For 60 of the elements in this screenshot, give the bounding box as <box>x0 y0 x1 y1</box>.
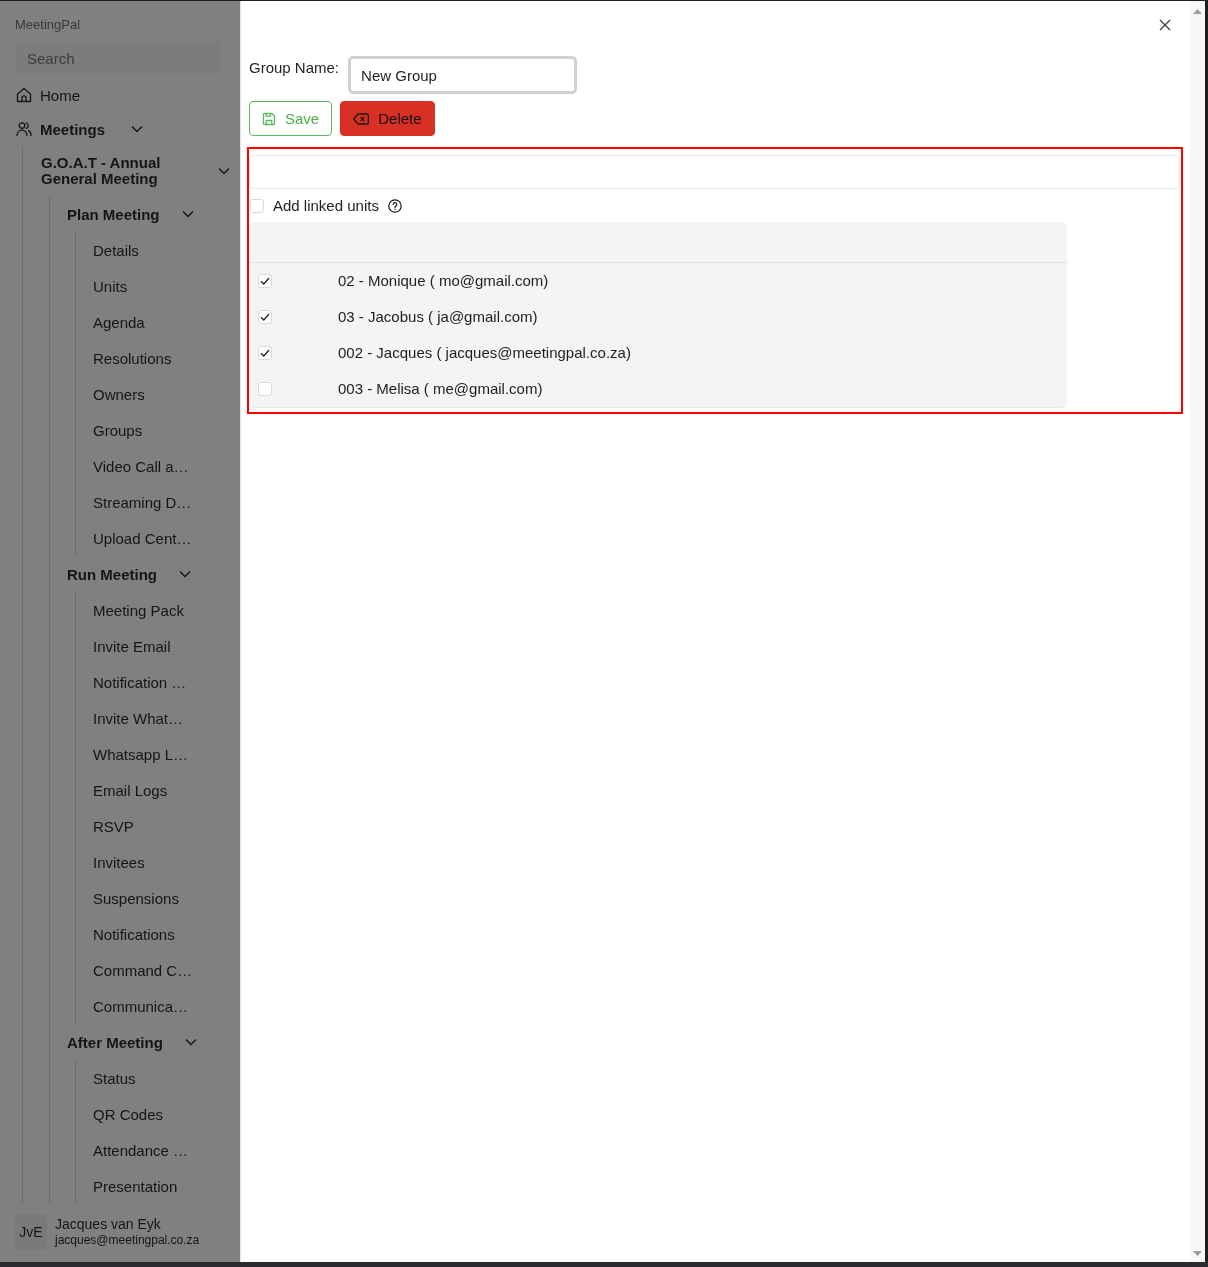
sidebar-item[interactable]: Meetings <box>0 112 240 146</box>
sidebar-item[interactable]: Resolutions <box>93 340 240 376</box>
field-label: Group Name: <box>249 58 340 78</box>
close-icon <box>1159 19 1171 31</box>
checkbox[interactable] <box>258 382 272 396</box>
sidebar-item[interactable]: Groups <box>93 412 240 448</box>
app-name: MeetingPal <box>14 16 82 34</box>
sidebar-item[interactable]: Details <box>93 232 240 268</box>
checkbox[interactable] <box>258 274 272 288</box>
sidebar-item[interactable]: G.O.A.T - Annual General Meeting <box>41 146 240 196</box>
sidebar-item[interactable]: Invite What… <box>93 700 240 736</box>
sidebar-item[interactable]: Presentation <box>93 1168 240 1204</box>
sidebar-item[interactable]: Plan Meeting <box>67 196 240 232</box>
sidebar-item[interactable]: Command C… <box>93 952 240 988</box>
checkmark-icon <box>260 277 270 285</box>
sidebar-item[interactable]: Owners <box>93 376 240 412</box>
save-button[interactable]: Save <box>249 101 333 136</box>
sidebar-item[interactable]: Video Call a… <box>93 448 240 484</box>
table-cell: 002 - Jacques ( jacques@meetingpal.co.za) <box>338 343 631 363</box>
save-icon <box>262 111 276 126</box>
backspace-icon <box>353 112 370 125</box>
sidebar-item[interactable]: Attendance … <box>93 1132 240 1168</box>
sidebar-item[interactable]: After Meeting <box>67 1024 240 1060</box>
checkbox[interactable] <box>258 346 272 360</box>
close-button[interactable] <box>1159 19 1171 31</box>
checkmark-icon <box>260 313 270 321</box>
sidebar-item[interactable]: Whatsapp L… <box>93 736 240 772</box>
sidebar-item[interactable]: QR Codes <box>93 1096 240 1132</box>
checkmark-icon <box>260 349 270 357</box>
sidebar-item[interactable]: Suspensions <box>93 880 240 916</box>
people-icon <box>16 121 32 137</box>
sidebar-item[interactable]: Status <box>93 1060 240 1096</box>
search-field[interactable]: Search <box>15 42 220 74</box>
sidebar-item[interactable]: Units <box>93 268 240 304</box>
sidebar-item[interactable]: Notifications <box>93 916 240 952</box>
checkbox[interactable] <box>258 310 272 324</box>
sidebar-item[interactable]: RSVP <box>93 808 240 844</box>
sidebar-item[interactable]: Communica… <box>93 988 240 1024</box>
sidebar-item[interactable]: Run Meeting <box>67 556 240 592</box>
table-cell: 02 - Monique ( mo@gmail.com) <box>338 271 549 291</box>
sidebar-item[interactable]: Meeting Pack <box>93 592 240 628</box>
table-cell: 003 - Melisa ( me@gmail.com) <box>338 379 543 399</box>
table-cell: 03 - Jacobus ( ja@gmail.com) <box>338 307 538 327</box>
sidebar-item[interactable]: Invite Email <box>93 628 240 664</box>
sidebar-item[interactable]: Home <box>0 78 240 112</box>
home-icon <box>16 87 32 103</box>
delete-button[interactable]: Delete <box>340 101 435 136</box>
user-email: jacques@meetingpal.co.za <box>55 1233 200 1248</box>
help-icon[interactable] <box>387 199 402 213</box>
sidebar-item[interactable]: Notification … <box>93 664 240 700</box>
group-name-input[interactable]: New Group <box>348 56 578 94</box>
checkbox-label: Add linked units <box>273 196 379 216</box>
avatar: JvE <box>15 1214 47 1250</box>
sidebar-item[interactable]: Upload Cent… <box>93 520 240 556</box>
sidebar-item[interactable]: Invitees <box>93 844 240 880</box>
user-name: Jacques van Eyk <box>55 1216 162 1233</box>
sidebar-item[interactable]: Email Logs <box>93 772 240 808</box>
checkbox[interactable] <box>250 199 264 213</box>
sidebar-item[interactable]: Agenda <box>93 304 240 340</box>
sidebar-item[interactable]: Streaming D… <box>93 484 240 520</box>
